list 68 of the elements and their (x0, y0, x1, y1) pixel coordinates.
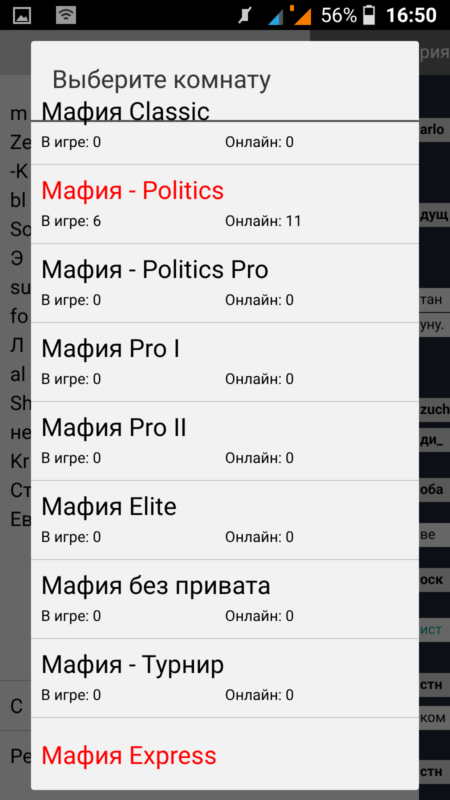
feed-item: ди_ (419, 428, 450, 452)
list-text: Sh (10, 390, 33, 417)
players-count: В игре: 0 (41, 684, 102, 706)
online-count: Онлайн: 0 (225, 684, 294, 706)
list-text: m (10, 100, 28, 127)
room-name: Мафия Pro I (41, 334, 182, 366)
players-count: В игре: 6 (41, 210, 102, 232)
room-item[interactable]: Мафия Express (31, 718, 419, 790)
room-item[interactable]: Мафия без привата В игре: 0 Онлайн: 0 (31, 560, 419, 639)
online-count: Онлайн: 0 (225, 132, 294, 153)
online-count: Онлайн: 0 (225, 290, 294, 311)
room-name: Мафия Classic (41, 96, 211, 129)
feed-item: ком (419, 706, 450, 730)
room-name: Мафия Pro II (41, 412, 188, 445)
room-item[interactable]: Мафия - Politics В игре: 6 Онлайн: 11 (31, 165, 419, 244)
feed-item: дущ (419, 203, 450, 227)
players-count: В игре: 0 (41, 290, 102, 311)
list-text: -K (10, 158, 28, 185)
room-item[interactable]: Мафия Pro I В игре: 0 Онлайн: 0 (31, 323, 419, 402)
players-count: В игре: 0 (41, 448, 102, 469)
list-text: не (10, 419, 32, 446)
room-name: Мафия без привата (41, 570, 272, 603)
list-text: Ст (10, 477, 33, 504)
battery-percent: 56% (320, 2, 358, 29)
list-text: Kr (10, 448, 30, 475)
players-count: В игре: 0 (41, 526, 102, 548)
button-label[interactable]: С (10, 690, 24, 720)
room-item[interactable]: Мафия - Турнир В игре: 0 Онлайн: 0 (31, 639, 419, 718)
list-text: Э (10, 245, 24, 272)
feed-item: тан (419, 288, 450, 312)
room-name: Мафия - Турнир (41, 650, 226, 682)
feed-item: zuch (419, 398, 450, 422)
muted-vibration-icon (238, 6, 252, 24)
feed-item: ист (419, 618, 450, 642)
online-count: Онлайн: 0 (225, 606, 294, 627)
online-count: Онлайн: 0 (225, 448, 294, 469)
feed-item: оба (419, 478, 450, 502)
room-item[interactable]: Мафия Elite В игре: 0 Онлайн: 0 (31, 481, 419, 560)
list-text: al (10, 361, 26, 388)
list-text: su (10, 274, 32, 301)
room-name: Мафия Express (41, 741, 218, 773)
feed-item: стн (419, 760, 450, 784)
clock: 16:50 (385, 2, 437, 29)
list-text: Л (10, 332, 24, 359)
list-text: Ze (10, 129, 32, 156)
battery-icon (363, 5, 376, 25)
online-count: Онлайн: 0 (225, 526, 294, 548)
list-text: bl (10, 187, 26, 214)
players-count: В игре: 0 (41, 368, 102, 390)
list-text: Ев (10, 506, 33, 533)
room-item[interactable]: Мафия - Politics Pro В игре: 0 Онлайн: 0 (31, 244, 419, 323)
room-name: Мафия - Politics (41, 176, 226, 208)
list-text: fo (10, 303, 28, 330)
players-count: В игре: 0 (41, 606, 102, 627)
signal-roaming-icon (290, 5, 312, 25)
room-name: Мафия Elite (41, 492, 178, 524)
feed-item: стн (419, 673, 450, 697)
room-item[interactable]: Мафия Pro II В игре: 0 Онлайн: 0 (31, 402, 419, 481)
image-icon (13, 6, 31, 24)
wifi-icon (56, 6, 76, 24)
room-name: Мафия - Politics Pro (41, 254, 270, 287)
online-count: Онлайн: 11 (225, 210, 302, 232)
feed-item: оск (419, 568, 450, 592)
feed-item: arlo (419, 118, 450, 142)
feed-item: уну. (419, 313, 450, 337)
players-count: В игре: 0 (41, 132, 102, 153)
feed-item: ве (419, 523, 450, 547)
online-count: Онлайн: 0 (225, 368, 294, 390)
